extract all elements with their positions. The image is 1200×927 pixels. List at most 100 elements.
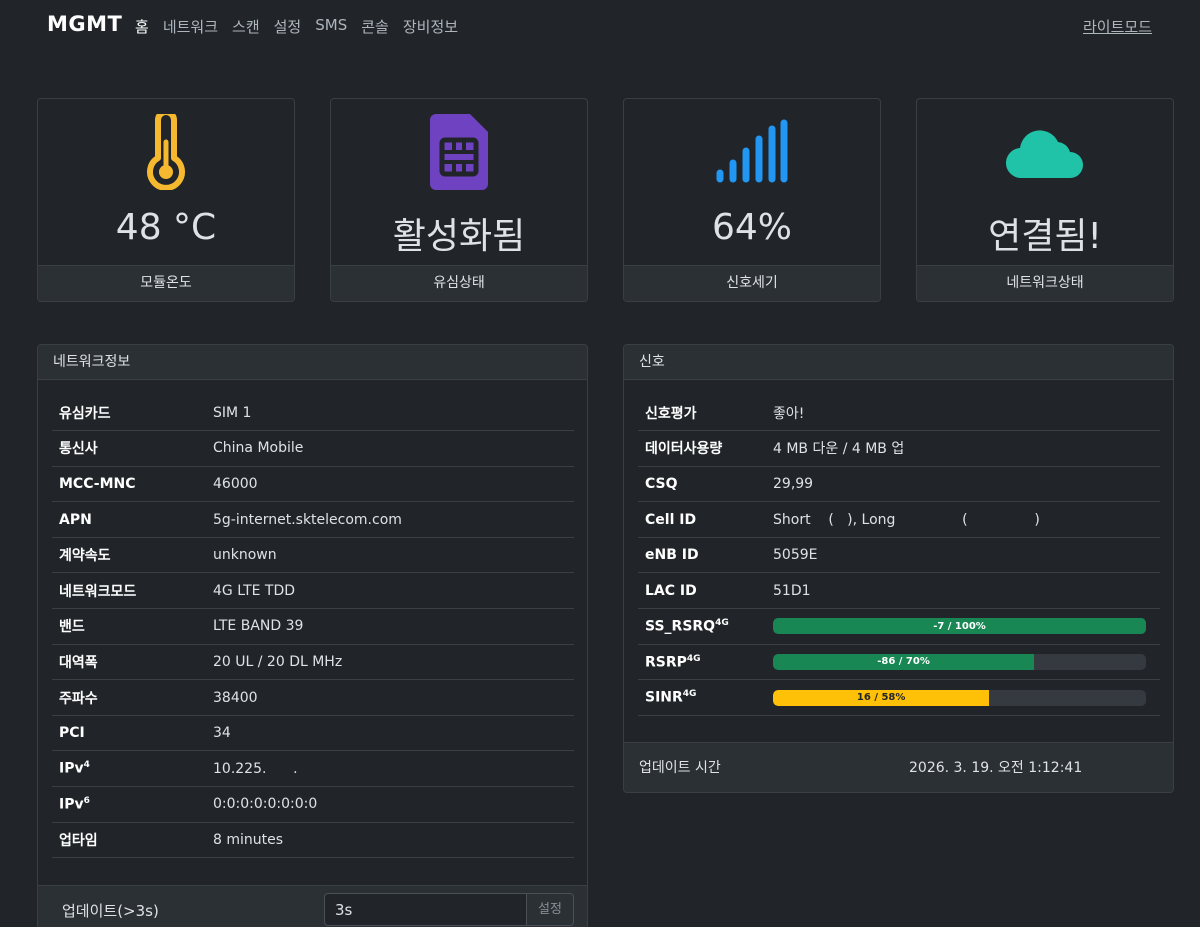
signal-table: 신호평가 좋아! 데이터사용량 4 MB 다운 / 4 MB 업 CSQ 29,99 Cel… (638, 395, 1160, 716)
signal-key: eNB ID (638, 537, 773, 574)
network-value: 5g-internet.sktelecom.com (213, 501, 574, 538)
signal-row: 신호평가 좋아! (638, 395, 1160, 432)
network-value: 8 minutes (213, 822, 574, 859)
network-value: SIM 1 (213, 395, 574, 432)
signal-meter-key-text: RSRP (645, 654, 687, 671)
signal-strength-label: 신호세기 (624, 265, 880, 301)
update-time-label: 업데이트 시간 (639, 760, 721, 776)
network-row: PCI 34 (52, 715, 574, 752)
signal-value: 좋아! (773, 395, 1160, 432)
network-row: 계약속도 unknown (52, 537, 574, 574)
thermometer-icon (38, 113, 294, 191)
nav-item-home[interactable]: 홈 (135, 16, 149, 37)
signal-value: 29,99 (773, 466, 1160, 503)
signal-key: Cell ID (638, 501, 773, 538)
network-row: 주파수 38400 (52, 679, 574, 716)
signal-strength-value: 64% (711, 207, 792, 248)
update-interval-set-button[interactable]: 설정 (526, 893, 574, 926)
network-key-text: APN (59, 511, 92, 528)
network-key: 대역폭 (52, 644, 213, 681)
signal-key: LAC ID (638, 572, 773, 610)
temperature-label: 모듈온도 (38, 265, 294, 301)
network-key: 밴드 (52, 608, 213, 645)
network-key: APN (52, 501, 213, 538)
nav-item-scan[interactable]: 스캔 (232, 16, 260, 37)
network-key-sup: 6 (83, 796, 90, 806)
network-row: 네트워크모드 4G LTE TDD (52, 572, 574, 610)
signal-value: 4 MB 다운 / 4 MB 업 (773, 430, 1160, 467)
update-interval-input[interactable] (324, 893, 527, 926)
nav-item-network[interactable]: 네트워크 (163, 16, 218, 37)
nav-item-sms[interactable]: SMS (315, 16, 347, 37)
sim-status-label: 유심상태 (331, 265, 587, 301)
network-key-text: 통신사 (59, 441, 98, 458)
network-key: IPv4 (52, 750, 213, 788)
signal-key-text: 신호평가 (645, 405, 697, 422)
light-mode-toggle[interactable]: 라이트모드 (1083, 16, 1152, 37)
network-key-text: 계약속도 (59, 548, 111, 565)
network-row: MCC-MNC 46000 (52, 466, 574, 503)
sim-status-value: 활성화됨 (392, 216, 526, 257)
network-info-title: 네트워크정보 (38, 345, 587, 380)
signal-meter-key-sup: 4G (682, 689, 697, 700)
network-row: 밴드 LTE BAND 39 (52, 608, 574, 645)
network-value: 20 UL / 20 DL MHz (213, 644, 574, 681)
network-row: APN 5g-internet.sktelecom.com (52, 501, 574, 538)
cloud-icon (917, 113, 1173, 191)
update-time-value: 2026. 3. 19. 오전 1:12:41 (909, 760, 1083, 776)
signal-row: eNB ID 5059E (638, 537, 1160, 574)
sim-card-icon (331, 113, 587, 191)
network-row: 대역폭 20 UL / 20 DL MHz (52, 644, 574, 681)
signal-panel: 신호 신호평가 좋아! 데이터사용량 4 MB 다운 / 4 MB 업 CSQ 29,99… (623, 344, 1174, 793)
network-key-text: MCC-MNC (59, 475, 136, 492)
signal-meter-key-sup: 4G (715, 618, 729, 629)
network-key-text: PCI (59, 725, 85, 742)
network-key: PCI (52, 715, 213, 752)
update-time-bar: 업데이트 시간 2026. 3. 19. 오전 1:12:41 (624, 742, 1173, 792)
signal-value: 51D1 (773, 572, 1160, 610)
nav-item-device-info[interactable]: 장비정보 (403, 16, 458, 37)
network-row: IPv4 10.225. . (52, 750, 574, 788)
nav-item-settings[interactable]: 설정 (274, 16, 302, 37)
signal-value: Short ( ), Long ( ) (773, 501, 1160, 538)
temperature-value: 48 °C (115, 207, 217, 248)
network-key-text: 네트워크모드 (59, 583, 137, 600)
network-value: 10.225. . (213, 750, 574, 788)
network-key-text: 밴드 (59, 619, 85, 636)
brand-logo[interactable]: MGMT (47, 12, 122, 36)
network-row: 통신사 China Mobile (52, 430, 574, 467)
network-value: unknown (213, 537, 574, 574)
network-key-text: IPv (59, 796, 84, 813)
signal-key-text: eNB ID (645, 547, 699, 564)
network-key: 네트워크모드 (52, 572, 213, 610)
network-status-label: 네트워크상태 (917, 265, 1173, 301)
signal-key: CSQ (638, 466, 773, 503)
signal-key: 데이터사용량 (638, 430, 773, 467)
signal-meter-track: -7 / 100% (773, 618, 1146, 635)
signal-meter-fill: 16 / 58% (773, 689, 990, 706)
signal-meter-row: SINR4G 16 / 58% (638, 679, 1160, 716)
network-key-text: 유심카드 (59, 405, 111, 422)
signal-meter-row: RSRP4G -86 / 70% (638, 644, 1160, 681)
network-value: 4G LTE TDD (213, 572, 574, 610)
signal-key-text: LAC ID (645, 582, 697, 599)
nav-item-console[interactable]: 콘솔 (361, 16, 389, 37)
update-interval-label: 업데이트(>3s) (62, 902, 159, 920)
signal-row: LAC ID 51D1 (638, 572, 1160, 610)
signal-meter-track: 16 / 58% (773, 689, 1146, 706)
network-key: 유심카드 (52, 395, 213, 432)
network-value: 46000 (213, 466, 574, 503)
signal-meter-fill: -7 / 100% (773, 618, 1146, 635)
network-key: 통신사 (52, 430, 213, 467)
signal-meter-track: -86 / 70% (773, 653, 1146, 670)
network-row: IPv6 0:0:0:0:0:0:0:0 (52, 786, 574, 823)
signal-strength-card: 64% 신호세기 (623, 98, 881, 302)
module-temperature-card: 48 °C 모듈온도 (37, 98, 295, 302)
signal-title: 신호 (624, 345, 1173, 380)
signal-meter-cell: 16 / 58% (773, 679, 1160, 716)
network-key: 주파수 (52, 679, 213, 716)
network-key-text: IPv (59, 761, 84, 778)
network-status-card: 연결됨! 네트워크상태 (916, 98, 1174, 302)
network-value: China Mobile (213, 430, 574, 467)
signal-key-text: 데이터사용량 (645, 441, 723, 458)
